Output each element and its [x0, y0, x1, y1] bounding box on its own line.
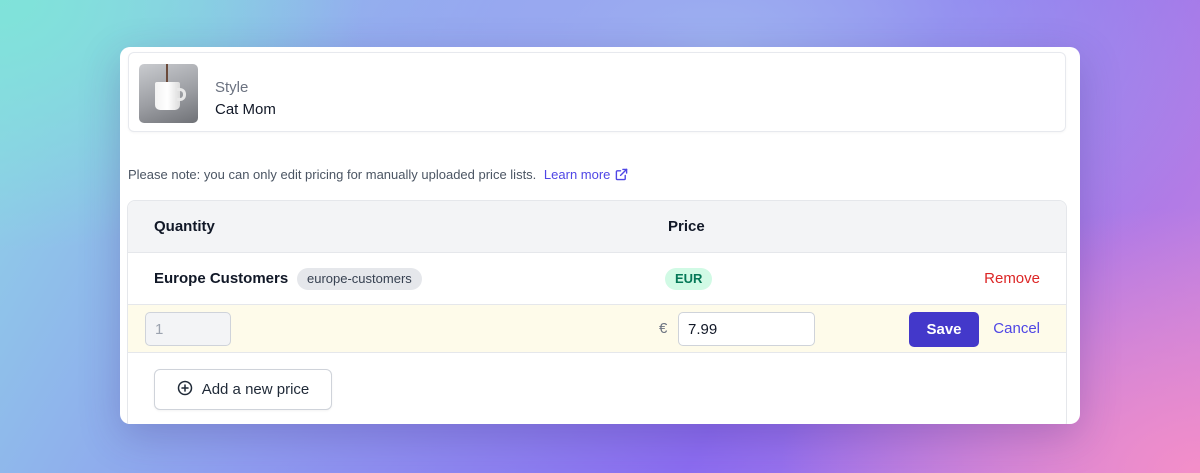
save-button[interactable]: Save: [909, 312, 979, 347]
plus-circle-icon: [177, 380, 193, 400]
add-new-price-label: Add a new price: [201, 381, 310, 398]
customer-group-row: Europe Customers europe-customers EUR Re…: [128, 253, 1066, 305]
pricing-note-text: Please note: you can only edit pricing f…: [128, 167, 537, 182]
style-label: Style: [215, 79, 249, 96]
external-link-icon: [615, 168, 628, 184]
style-value: Cat Mom: [215, 101, 276, 118]
currency-badge: EUR: [665, 268, 713, 290]
product-thumbnail: [139, 64, 198, 123]
learn-more-label: Learn more: [543, 167, 611, 182]
learn-more-link[interactable]: Learn more: [544, 167, 628, 182]
price-table: Quantity Price Europe Customers europe-c…: [127, 200, 1067, 424]
pricing-note: Please note: you can only edit pricing f…: [128, 167, 628, 184]
column-header-price: Price: [668, 218, 705, 235]
quantity-input[interactable]: [145, 312, 231, 346]
table-header: Quantity Price: [128, 201, 1066, 253]
remove-button[interactable]: Remove: [984, 270, 1040, 287]
add-new-price-button[interactable]: Add a new price: [154, 369, 332, 410]
price-input[interactable]: [678, 312, 815, 346]
currency-symbol: €: [659, 320, 668, 337]
column-header-quantity: Quantity: [154, 218, 215, 235]
customer-group-tag: europe-customers: [297, 268, 422, 290]
customer-group-name: Europe Customers: [154, 270, 289, 287]
product-summary: Style Cat Mom: [128, 52, 1066, 132]
price-edit-row: € Save Cancel: [128, 305, 1066, 353]
cancel-button[interactable]: Cancel: [993, 320, 1040, 337]
price-list-card: Style Cat Mom Please note: you can only …: [120, 47, 1080, 424]
